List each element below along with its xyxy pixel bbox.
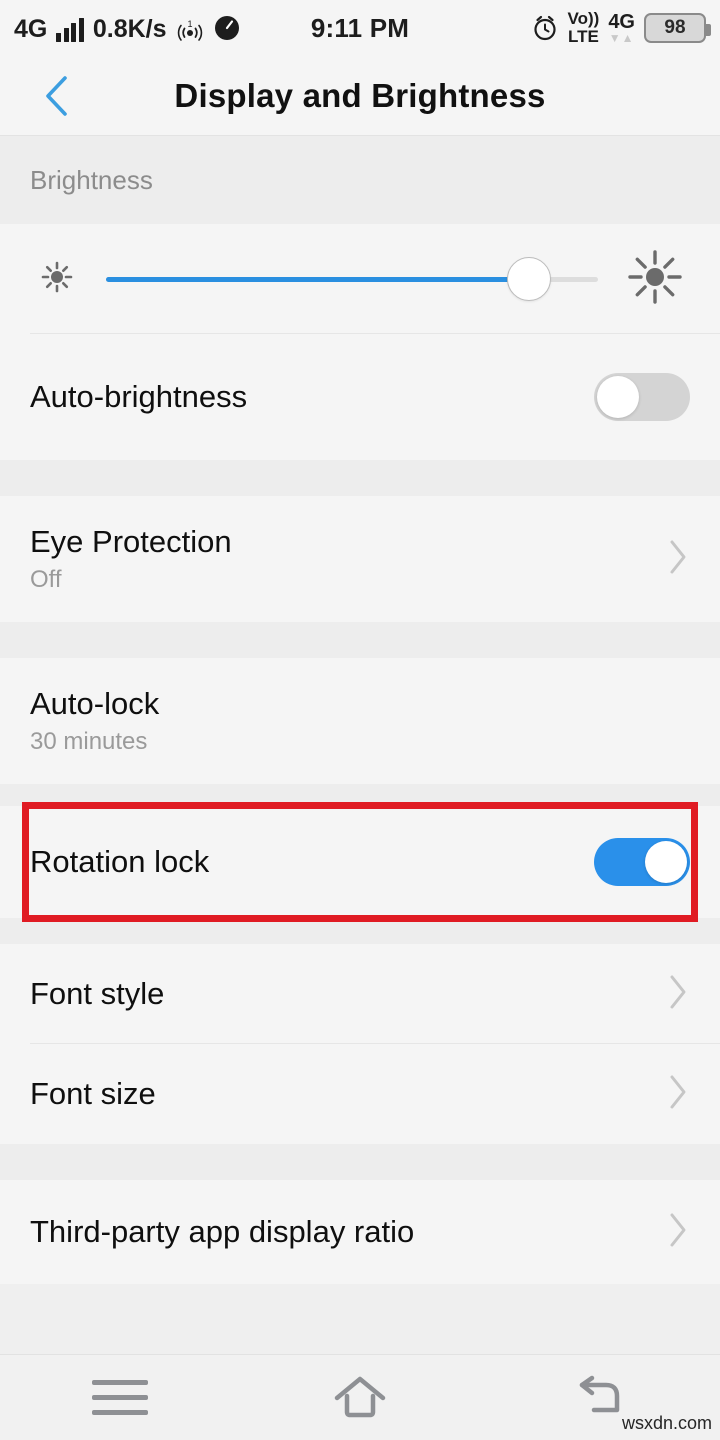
system-navigation-bar [0,1354,720,1440]
back-button[interactable] [22,56,92,136]
row-rotation-lock[interactable]: Rotation lock [0,806,720,918]
status-bar-right: Vo)) LTE 4G ▼▲ 98 [360,10,711,46]
brightness-card: Auto-brightness [0,224,720,460]
section-gap-4 [0,918,720,944]
section-gap-2 [0,622,720,658]
chevron-right-icon [666,537,690,582]
eye-protection-card: Eye Protection Off [0,496,720,622]
alarm-clock-icon [531,14,559,42]
row-title-font-style: Font style [30,975,165,1011]
brightness-slider[interactable] [106,257,598,301]
phone-screen: 4G 0.8K/s 1 9:11 PM Vo)) LTE 4G ▼▲ 98 Di… [0,0,720,1440]
nav-home-button[interactable] [285,1354,435,1440]
settings-list: Brightness Auto-brightness Eye Protectio… [0,136,720,1284]
menu-hamburger-icon [92,1379,148,1415]
nav-menu-button[interactable] [45,1354,195,1440]
chevron-right-icon [666,1210,690,1255]
sun-large-icon [624,246,686,313]
row-auto-lock-text: Auto-lock 30 minutes [30,685,690,758]
rotation-lock-card: Rotation lock [0,806,720,918]
network-label-right: 4G [608,11,635,33]
row-title-auto-lock: Auto-lock [30,685,160,721]
home-icon [334,1376,386,1418]
row-font-size[interactable]: Font size [0,1044,720,1144]
third-party-ratio-card: Third-party app display ratio [0,1180,720,1284]
row-subtitle-eye-protection: Off [30,566,62,594]
battery-indicator: 98 [644,13,711,43]
section-gap-3 [0,784,720,806]
slider-fill [106,276,530,282]
row-auto-lock[interactable]: Auto-lock 30 minutes [0,658,720,784]
row-title-rotation-lock: Rotation lock [30,843,210,879]
row-rotation-lock-text: Rotation lock [30,843,594,882]
section-gap-1 [0,460,720,496]
data-arrows-icon: ▼▲ [608,31,635,45]
row-eye-protection-text: Eye Protection Off [30,523,666,596]
auto-brightness-toggle[interactable] [594,373,690,421]
row-title-third-party-ratio: Third-party app display ratio [30,1213,415,1249]
row-eye-protection[interactable]: Eye Protection Off [0,496,720,622]
chevron-left-icon [46,76,67,116]
row-auto-brightness[interactable]: Auto-brightness [0,334,720,460]
section-label-brightness: Brightness [0,136,720,224]
auto-lock-card: Auto-lock 30 minutes [0,658,720,784]
app-header: Display and Brightness [0,56,720,136]
row-auto-brightness-text: Auto-brightness [30,378,594,417]
row-third-party-ratio[interactable]: Third-party app display ratio [0,1180,720,1284]
row-title-font-size: Font size [30,1075,156,1111]
chevron-right-icon [666,972,690,1017]
volte-bottom-label: LTE [567,27,599,46]
row-title-eye-protection: Eye Protection [30,523,232,559]
section-gap-5 [0,1144,720,1180]
row-subtitle-auto-lock: 30 minutes [30,728,148,756]
page-title: Display and Brightness [174,77,546,114]
row-font-style[interactable]: Font style [0,944,720,1044]
font-card: Font style Font size [0,944,720,1144]
sun-small-icon [34,254,80,305]
brightness-slider-row[interactable] [0,224,720,334]
network-indicator-right: 4G ▼▲ [608,12,635,44]
chevron-right-icon [666,1072,690,1117]
back-arrow-icon [579,1375,620,1413]
row-font-style-text: Font style [30,975,666,1014]
slider-thumb[interactable] [507,257,552,301]
row-title-auto-brightness: Auto-brightness [30,378,248,414]
rotation-lock-toggle[interactable] [594,838,690,886]
battery-level-label: 98 [664,17,686,38]
watermark-text: wsxdn.com [621,1413,712,1433]
status-bar: 4G 0.8K/s 1 9:11 PM Vo)) LTE 4G ▼▲ 98 [0,0,720,56]
row-font-size-text: Font size [30,1075,666,1114]
volte-top-label: Vo)) [567,9,600,29]
row-third-party-ratio-text: Third-party app display ratio [30,1213,666,1252]
toggle-knob [645,841,687,883]
toggle-knob [597,376,639,418]
volte-indicator: Vo)) LTE [568,10,600,46]
